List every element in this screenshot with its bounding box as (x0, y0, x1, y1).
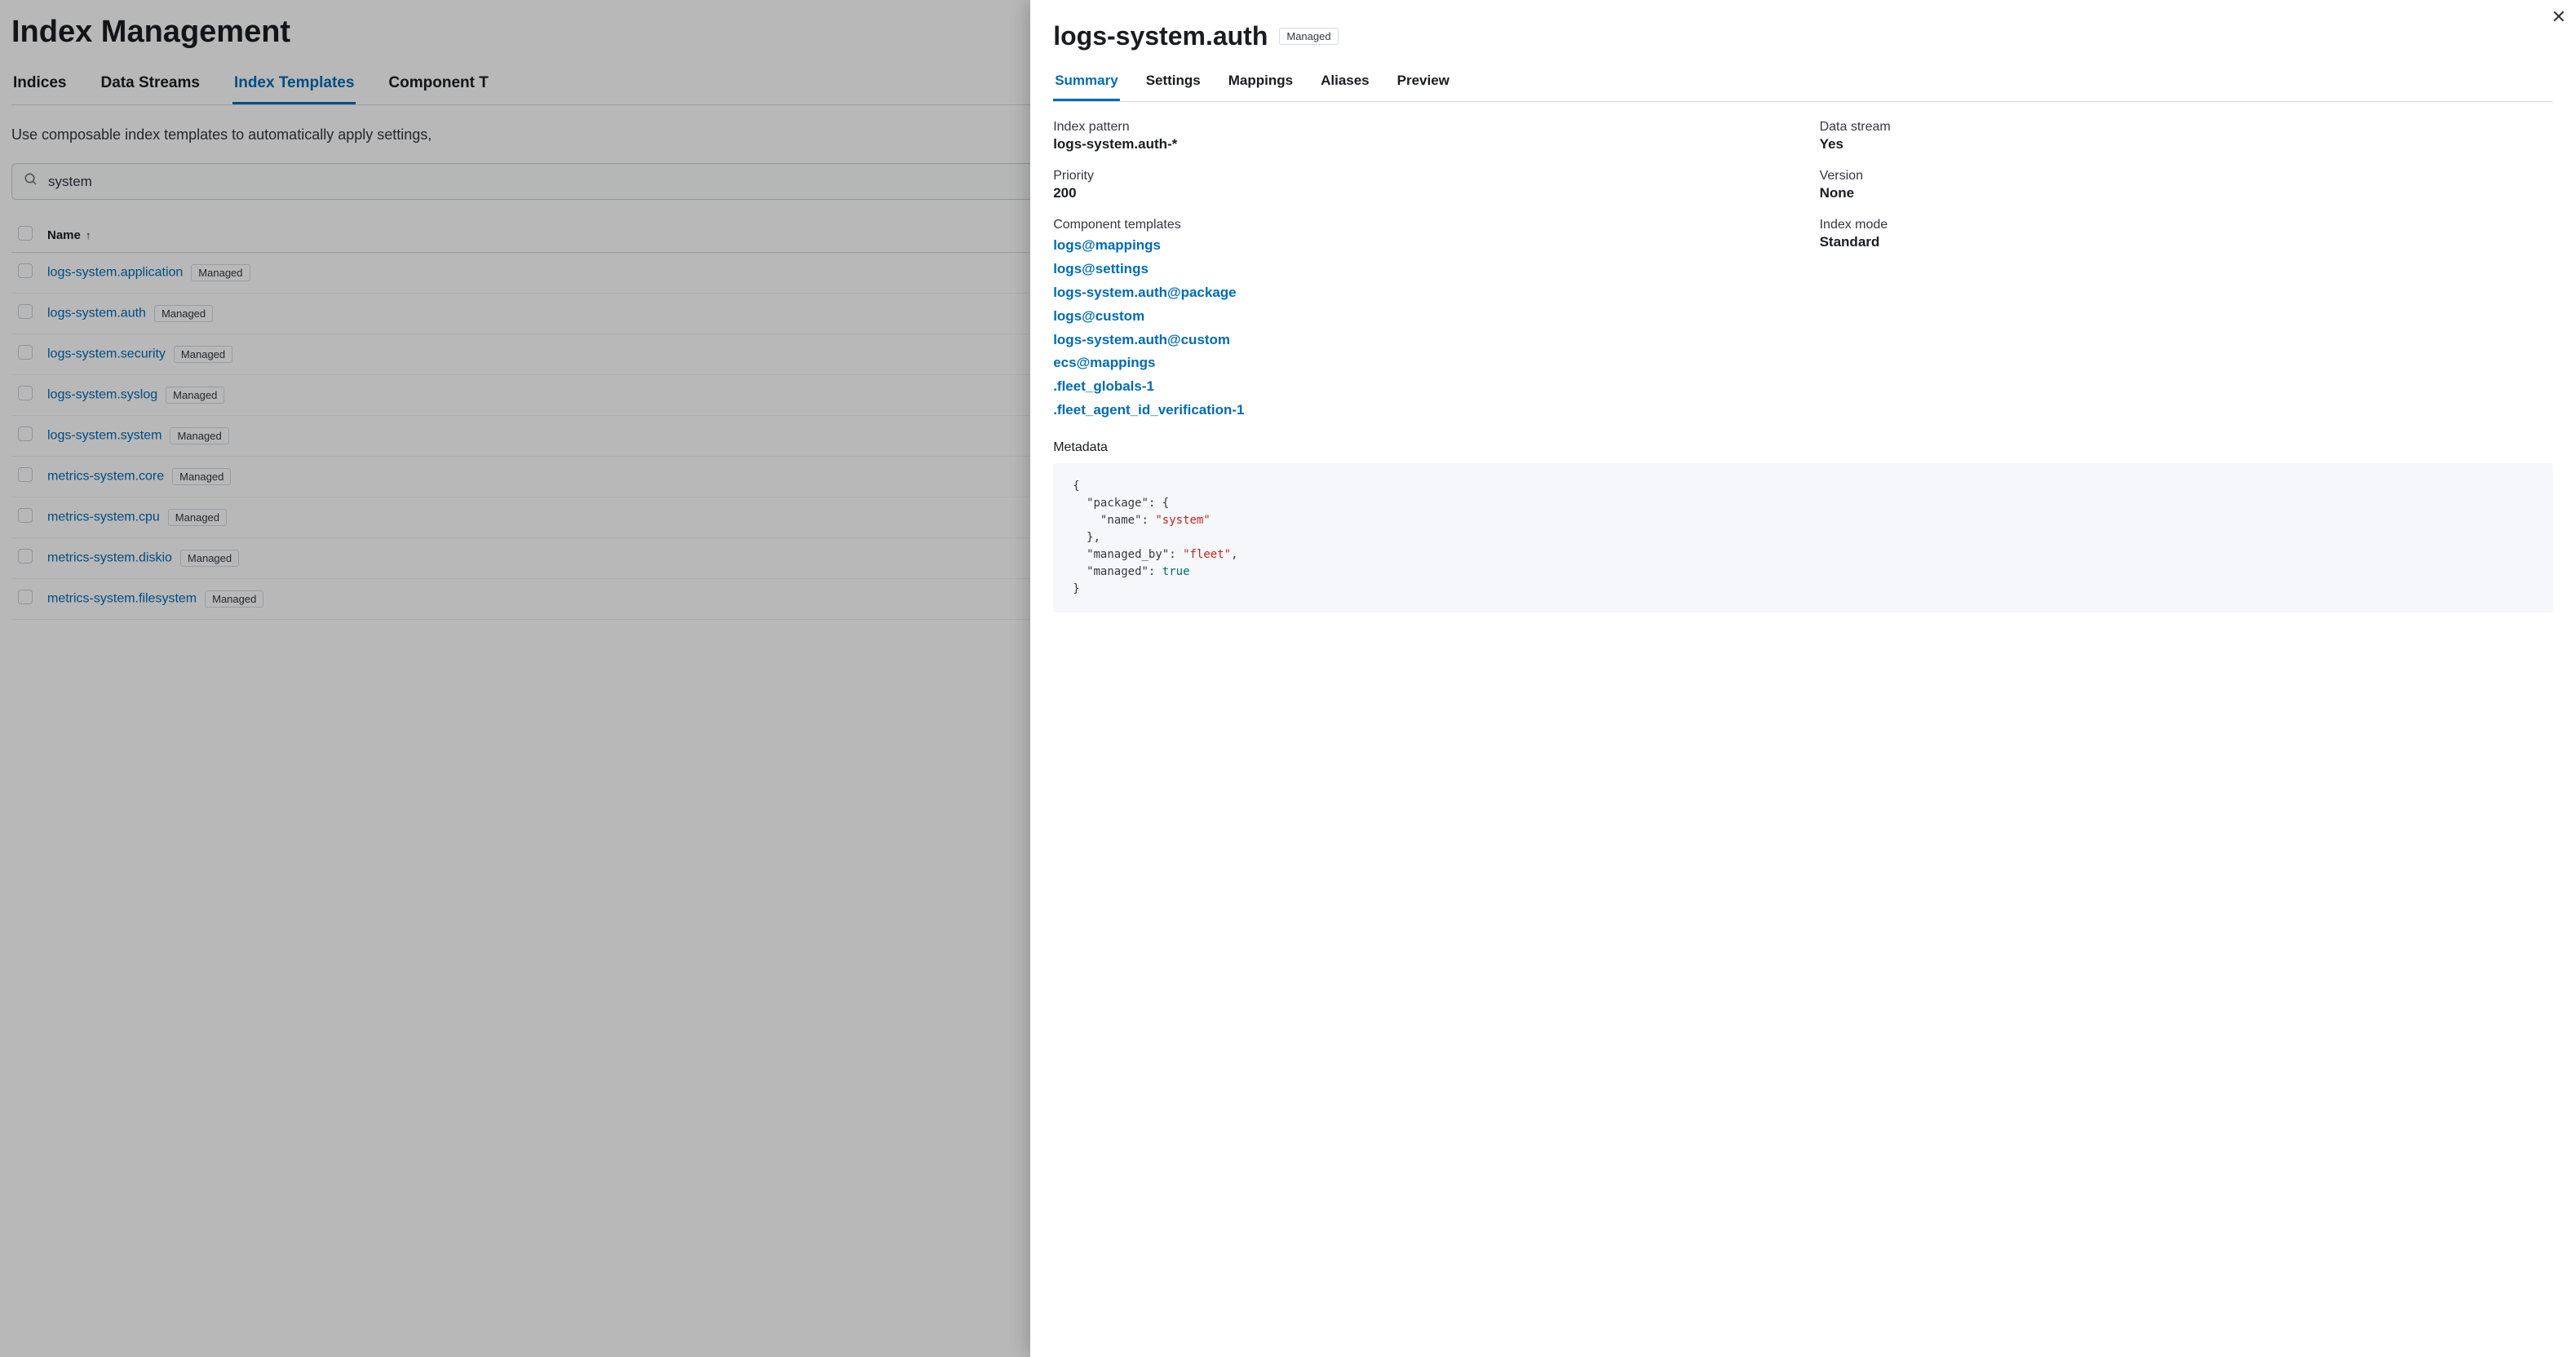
component-template-link[interactable]: logs-system.auth@custom (1053, 329, 1786, 352)
summary-label: Component templates (1053, 218, 1786, 232)
metadata-label: Metadata (1053, 440, 2553, 455)
summary-label: Data stream (1820, 120, 2553, 135)
flyout-tab-aliases[interactable]: Aliases (1319, 73, 1371, 101)
flyout-header: logs-system.auth Managed (1053, 21, 2553, 51)
flyout-tab-preview[interactable]: Preview (1396, 73, 1451, 101)
flyout-tabs: Summary Settings Mappings Aliases Preview (1053, 73, 2553, 102)
metadata-code-block: { "package": { "name": "system" }, "mana… (1053, 463, 2553, 612)
summary-value: logs-system.auth-* (1053, 136, 1786, 152)
summary-index-mode: Index mode Standard (1820, 218, 2553, 422)
component-template-link[interactable]: logs@custom (1053, 305, 1786, 329)
summary-priority: Priority 200 (1053, 169, 1786, 201)
summary-label: Version (1820, 169, 2553, 183)
summary-version: Version None (1820, 169, 2553, 201)
summary-label: Priority (1053, 169, 1786, 183)
flyout-tab-settings[interactable]: Settings (1144, 73, 1202, 101)
summary-data-stream: Data stream Yes (1820, 120, 2553, 152)
component-template-link[interactable]: .fleet_agent_id_verification-1 (1053, 399, 1786, 422)
component-template-link[interactable]: ecs@mappings (1053, 351, 1786, 375)
summary-label: Index pattern (1053, 120, 1786, 135)
flyout-tab-summary[interactable]: Summary (1053, 73, 1119, 101)
summary-value: Standard (1820, 234, 2553, 250)
close-button[interactable]: ✕ (2548, 5, 2569, 29)
flyout-panel: ✕ logs-system.auth Managed Summary Settin… (1030, 0, 2576, 1357)
component-template-link[interactable]: logs-system.auth@package (1053, 281, 1786, 305)
summary-label: Index mode (1820, 218, 2553, 232)
component-templates-list: logs@mappingslogs@settingslogs-system.au… (1053, 234, 1786, 422)
flyout-title: logs-system.auth (1053, 21, 1268, 51)
component-template-link[interactable]: logs@settings (1053, 258, 1786, 281)
summary-value: None (1820, 185, 2553, 201)
summary-value: 200 (1053, 185, 1786, 201)
summary-grid: Index pattern logs-system.auth-* Data st… (1053, 120, 2553, 422)
managed-badge: Managed (1279, 28, 1338, 45)
summary-value: Yes (1820, 136, 2553, 152)
flyout-tab-mappings[interactable]: Mappings (1227, 73, 1295, 101)
summary-component-templates: Component templates logs@mappingslogs@se… (1053, 218, 1786, 422)
summary-index-pattern: Index pattern logs-system.auth-* (1053, 120, 1786, 152)
component-template-link[interactable]: logs@mappings (1053, 234, 1786, 258)
close-icon: ✕ (2552, 7, 2566, 27)
component-template-link[interactable]: .fleet_globals-1 (1053, 375, 1786, 399)
